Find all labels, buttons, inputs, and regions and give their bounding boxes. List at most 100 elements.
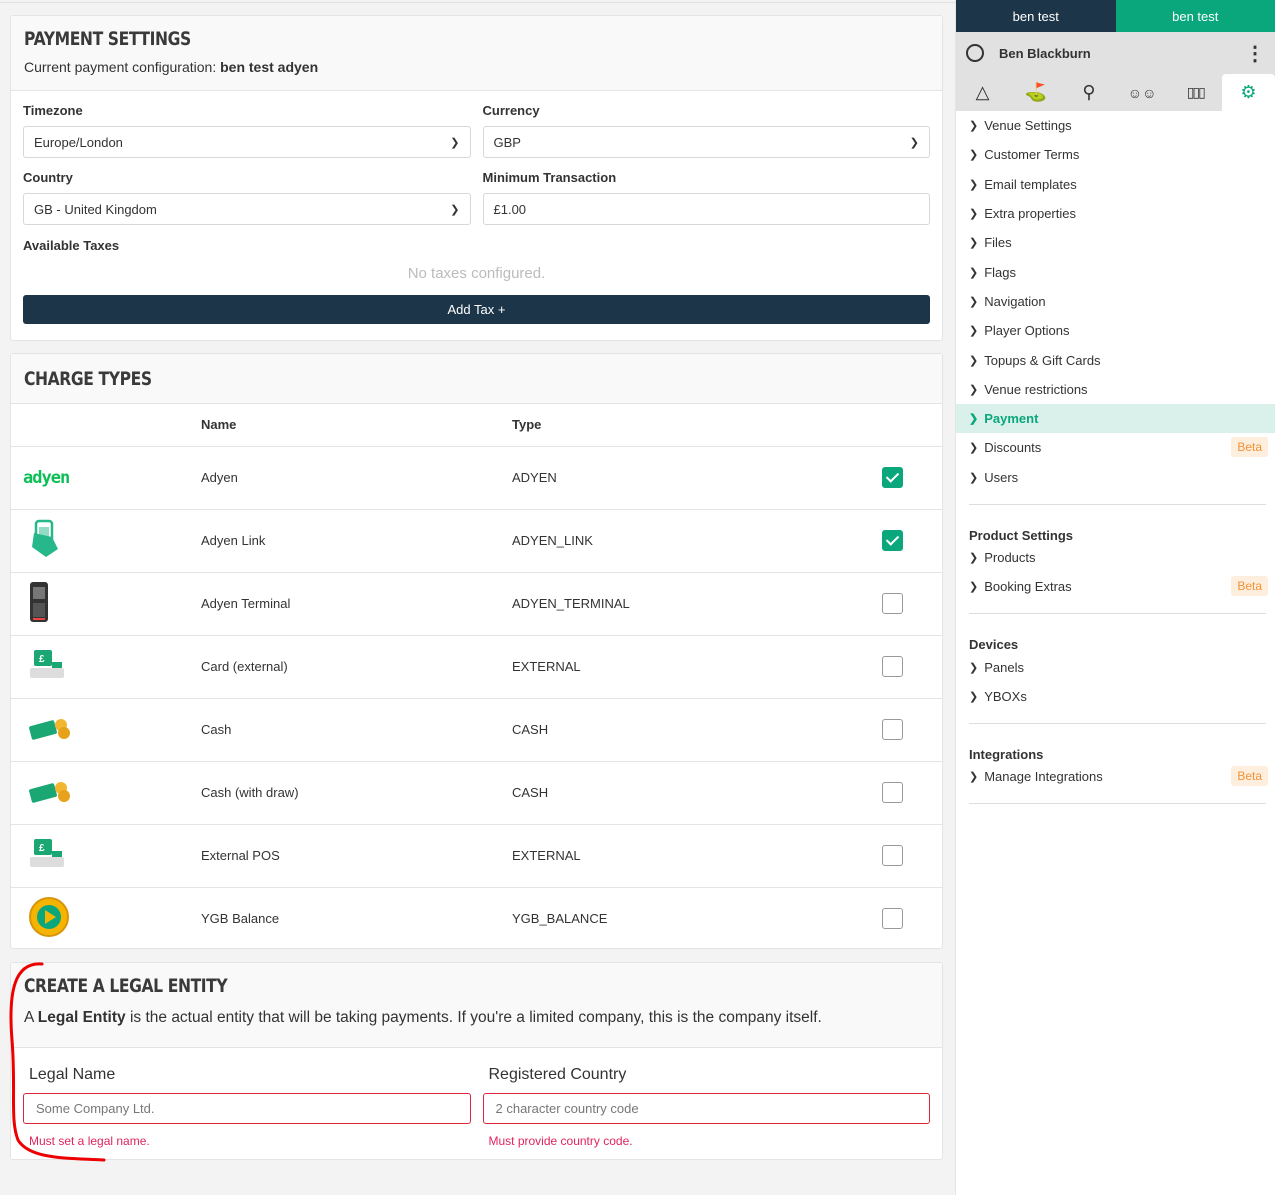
chevron-right-icon: ❯	[969, 149, 979, 162]
legal-entity-desc: A Legal Entity is the actual entity that…	[24, 1009, 822, 1026]
golf-flag-icon[interactable]: ⛳	[1009, 74, 1062, 111]
sidebar-item-panels[interactable]: ❯ Panels	[956, 652, 1275, 681]
sidebar-item-customer-terms[interactable]: ❯ Customer Terms	[956, 140, 1275, 169]
charge-type-checkbox[interactable]	[882, 530, 903, 551]
settings-icon[interactable]: ⚙	[1221, 74, 1275, 111]
sidebar-item-label: Email templates	[984, 176, 1077, 192]
sidebar-item-flags[interactable]: ❯ Flags	[956, 257, 1275, 286]
chevron-right-icon: ❯	[969, 383, 979, 396]
search-icon[interactable]: ⚲	[1062, 74, 1115, 111]
charge-type-checkbox[interactable]	[882, 467, 903, 488]
taxes-empty: No taxes configured.	[407, 265, 546, 282]
page-title: PAYMENT SETTINGS	[24, 28, 191, 50]
chevron-right-icon: ❯	[969, 581, 979, 594]
bar-chart-icon[interactable]: ▯▯▯	[1169, 74, 1222, 111]
charge-type-checkbox[interactable]	[882, 782, 903, 803]
chevron-down-icon: ❯	[450, 136, 460, 149]
col-name: Name	[201, 404, 512, 447]
sidebar: ben test ben test Ben Blackburn ⋮ △ ⛳ ⚲ …	[955, 0, 1275, 1195]
sidebar-item-payment[interactable]: ❯ Payment	[956, 403, 1275, 434]
phone-qr-icon	[28, 519, 62, 562]
legal-entity-card: CREATE A LEGAL ENTITY A Legal Entity is …	[10, 962, 943, 1160]
sidebar-item-email-templates[interactable]: ❯ Email templates	[956, 170, 1275, 199]
sidebar-item-venue-settings[interactable]: ❯ Venue Settings	[956, 111, 1275, 140]
charge-type-row: £ Card (external) EXTERNAL	[11, 635, 942, 699]
chevron-down-icon: ❯	[450, 203, 460, 216]
charge-type-name: Adyen Terminal	[201, 572, 512, 636]
currency-label: Currency	[482, 103, 540, 118]
charge-type-checkbox[interactable]	[882, 845, 903, 866]
sidebar-item-venue-restrictions[interactable]: ❯ Venue restrictions	[956, 375, 1275, 404]
charge-type-name: Card (external)	[201, 635, 512, 699]
col-type: Type	[512, 404, 882, 447]
registered-country-input[interactable]: 2 character country code	[482, 1093, 930, 1124]
country-label: Country	[23, 170, 73, 185]
tee-area-icon[interactable]: △	[956, 74, 1009, 111]
chevron-right-icon: ❯	[969, 771, 979, 784]
registered-country-label: Registered Country	[488, 1066, 627, 1083]
divider	[969, 613, 1266, 615]
sidebar-item-label: Navigation	[984, 293, 1046, 309]
sidebar-item-files[interactable]: ❯ Files	[956, 228, 1275, 257]
chevron-right-icon: ❯	[969, 178, 979, 191]
sidebar-item-manage-integrations[interactable]: ❯ Manage Integrations Beta	[956, 762, 1275, 791]
config-tab[interactable]: ben test	[1115, 0, 1275, 32]
users-icon[interactable]: ☺☺	[1116, 74, 1169, 111]
beta-badge: Beta	[1231, 766, 1268, 787]
chevron-right-icon: ❯	[969, 661, 979, 674]
currency-select[interactable]: GBP ❯	[482, 126, 930, 158]
sidebar-item-topups-gift-cards[interactable]: ❯ Topups & Gift Cards	[956, 345, 1275, 374]
chevron-right-icon: ❯	[969, 237, 979, 250]
venue-tab[interactable]: ben test	[956, 0, 1116, 32]
beta-badge: Beta	[1231, 576, 1268, 597]
beta-badge: Beta	[1231, 437, 1268, 458]
sidebar-item-label: Venue Settings	[984, 118, 1072, 134]
charge-type-checkbox[interactable]	[882, 908, 903, 930]
user-bar: Ben Blackburn ⋮	[956, 32, 1275, 74]
sidebar-item-products[interactable]: ❯ Products	[956, 543, 1275, 572]
svg-text:£: £	[39, 654, 45, 665]
charge-type-checkbox[interactable]	[882, 719, 903, 740]
charge-type-type: YGB_BALANCE	[512, 911, 608, 927]
charge-type-checkbox[interactable]	[882, 656, 903, 677]
user-name: Ben Blackburn	[999, 45, 1091, 61]
chevron-right-icon: ❯	[969, 295, 979, 308]
sidebar-section-title: Product Settings	[969, 527, 1074, 543]
sidebar-item-label: YBOXs	[984, 688, 1027, 704]
card-terminal-icon	[28, 582, 50, 626]
charge-type-type: ADYEN_TERMINAL	[512, 572, 882, 636]
sidebar-item-yboxs[interactable]: ❯ YBOXs	[956, 682, 1275, 711]
charge-type-row: £ External POS EXTERNAL	[11, 824, 942, 888]
charge-type-type: CASH	[512, 698, 882, 762]
charge-type-row: Cash CASH	[11, 698, 942, 762]
charge-type-type: ADYEN	[512, 446, 882, 510]
chevron-right-icon: ❯	[969, 120, 979, 133]
more-menu-icon[interactable]: ⋮	[1245, 41, 1265, 66]
chevron-down-icon: ❯	[909, 136, 919, 149]
sidebar-item-users[interactable]: ❯ Users	[956, 463, 1275, 492]
charge-type-name: Cash	[201, 698, 512, 762]
country-select[interactable]: GB - United Kingdom ❯	[23, 193, 471, 225]
red-annotation-mark	[9, 962, 106, 1162]
charge-type-type: CASH	[512, 761, 882, 825]
sidebar-item-navigation[interactable]: ❯ Navigation	[956, 287, 1275, 316]
charge-type-row: YGB Balance YGB_BALANCE	[11, 887, 942, 950]
divider	[969, 803, 1266, 805]
add-tax-button[interactable]: Add Tax +	[23, 295, 930, 324]
divider	[969, 723, 1266, 725]
sidebar-section-title: Integrations	[969, 747, 1044, 763]
chevron-right-icon: ❯	[969, 690, 979, 703]
sidebar-item-label: Flags	[984, 264, 1017, 280]
sidebar-item-extra-properties[interactable]: ❯ Extra properties	[956, 199, 1275, 228]
sidebar-item-label: Extra properties	[984, 206, 1076, 222]
min-transaction-input[interactable]: £1.00	[482, 193, 930, 225]
sidebar-item-booking-extras[interactable]: ❯ Booking Extras Beta	[956, 572, 1275, 601]
sidebar-item-discounts[interactable]: ❯ Discounts Beta	[956, 433, 1275, 462]
top-border	[0, 2, 955, 3]
charge-type-checkbox[interactable]	[882, 593, 903, 614]
charge-types-card: CHARGE TYPES Name Type adyen Adyen ADYEN …	[10, 353, 943, 949]
timezone-select[interactable]: Europe/London ❯	[23, 126, 471, 158]
charge-type-name: External POS	[201, 824, 512, 888]
sidebar-item-player-options[interactable]: ❯ Player Options	[956, 316, 1275, 345]
chevron-right-icon: ❯	[969, 266, 979, 279]
